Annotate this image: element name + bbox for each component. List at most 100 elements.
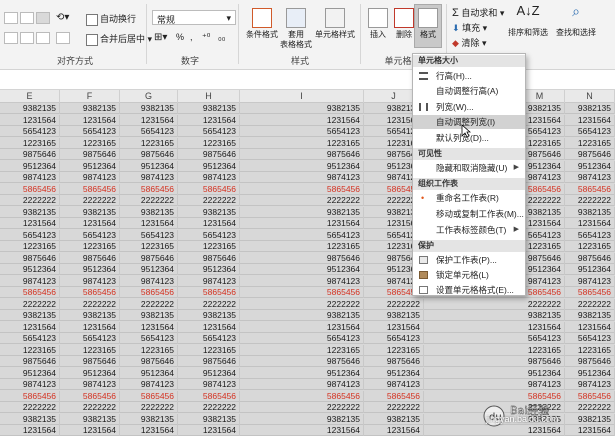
cell[interactable]: 9382135 <box>565 310 615 321</box>
cell[interactable]: 5865456 <box>240 183 364 195</box>
cell[interactable]: 1231564 <box>0 114 60 126</box>
cell[interactable]: 9875646 <box>178 149 240 160</box>
cell[interactable]: 5654123 <box>60 333 120 344</box>
cell[interactable]: 9512364 <box>178 367 240 379</box>
merge-center-button[interactable]: 合并后居中 ▾ <box>86 32 152 46</box>
cell[interactable]: 1231564 <box>120 218 178 229</box>
menu-item-move-copy[interactable]: 移动或复制工作表(M)... <box>413 207 525 221</box>
cell[interactable]: 5865456 <box>60 390 120 402</box>
cell[interactable]: 9875646 <box>240 252 364 264</box>
cell[interactable]: 9875646 <box>0 356 60 367</box>
cell[interactable]: 9382135 <box>515 310 565 321</box>
cell[interactable]: 2222222 <box>240 298 364 310</box>
indent-extra-button[interactable] <box>56 32 70 44</box>
currency-button[interactable]: ⊞▾ <box>154 32 167 43</box>
cell[interactable]: 1231564 <box>240 114 364 126</box>
cell[interactable]: 9512364 <box>120 367 178 379</box>
cell[interactable]: 9382135 <box>240 310 364 321</box>
cell[interactable]: 2222222 <box>565 195 615 206</box>
cell[interactable]: 9382135 <box>60 206 120 218</box>
cell[interactable]: 9382135 <box>60 413 120 425</box>
cell[interactable]: 1231564 <box>0 425 60 436</box>
cell[interactable]: 9382135 <box>364 310 424 321</box>
cell[interactable]: 2222222 <box>178 402 240 413</box>
menu-item-lock-cell[interactable]: 锁定单元格(L) <box>413 268 525 282</box>
cell[interactable]: 1223165 <box>178 241 240 252</box>
cell[interactable]: 5865456 <box>120 390 178 402</box>
format-button[interactable]: 格式 <box>410 8 446 40</box>
menu-item-protect-sheet[interactable]: 保护工作表(P)... <box>413 253 525 267</box>
cell[interactable]: 9875646 <box>178 356 240 367</box>
cell[interactable]: 9382135 <box>0 206 60 218</box>
cell[interactable]: 9874123 <box>0 275 60 287</box>
cell[interactable]: 5865456 <box>565 183 615 195</box>
cell[interactable]: 1231564 <box>240 321 364 333</box>
cell[interactable]: 9512364 <box>565 160 615 172</box>
cell[interactable]: 9382135 <box>240 103 364 114</box>
cell[interactable]: 5865456 <box>120 183 178 195</box>
cell[interactable]: 9382135 <box>178 103 240 114</box>
cell[interactable]: 1223165 <box>565 344 615 356</box>
cell[interactable]: 9874123 <box>178 379 240 390</box>
column-header-H[interactable]: H <box>178 90 240 103</box>
percent-button[interactable]: % <box>176 32 184 42</box>
cell[interactable]: 9512364 <box>364 367 424 379</box>
cell[interactable]: 1231564 <box>178 218 240 229</box>
cell[interactable]: 9382135 <box>240 206 364 218</box>
number-format-select[interactable]: 常规 ▾ <box>152 10 236 25</box>
cell[interactable]: 2222222 <box>0 298 60 310</box>
column-header-E[interactable]: E <box>0 90 60 103</box>
cell[interactable]: 2222222 <box>0 402 60 413</box>
cell[interactable]: 5865456 <box>60 183 120 195</box>
cell[interactable]: 9875646 <box>0 252 60 264</box>
cell[interactable]: 9512364 <box>60 160 120 172</box>
increase-decimal-button[interactable]: ⁺⁰ <box>202 32 210 43</box>
cell[interactable]: 5654123 <box>60 229 120 241</box>
cell[interactable]: 1223165 <box>0 137 60 149</box>
cell[interactable]: 9382135 <box>120 103 178 114</box>
cell[interactable]: 5654123 <box>364 333 424 344</box>
cell[interactable]: 9874123 <box>60 275 120 287</box>
cell[interactable]: 9512364 <box>60 264 120 275</box>
cell[interactable]: 1223165 <box>240 344 364 356</box>
decrease-decimal-button[interactable]: ₀₀ <box>218 32 225 42</box>
cell[interactable]: 5654123 <box>515 333 565 344</box>
cell[interactable]: 9874123 <box>120 275 178 287</box>
cell[interactable]: 9875646 <box>60 252 120 264</box>
cell[interactable]: 9382135 <box>565 103 615 114</box>
cell[interactable]: 9874123 <box>565 379 615 390</box>
align-center-button[interactable] <box>20 12 34 24</box>
cell[interactable]: 9875646 <box>120 149 178 160</box>
sort-filter-button[interactable]: A↓Z 排序和筛选 <box>506 4 550 38</box>
column-header-G[interactable]: G <box>120 90 178 103</box>
cell[interactable]: 5865456 <box>0 183 60 195</box>
cell[interactable]: 9874123 <box>565 275 615 287</box>
cell[interactable]: 1223165 <box>565 241 615 252</box>
cell[interactable]: 1231564 <box>60 425 120 436</box>
cell[interactable]: 5865456 <box>178 183 240 195</box>
cell[interactable]: 5865456 <box>565 287 615 298</box>
cell[interactable]: 9874123 <box>240 275 364 287</box>
indent-more-button[interactable] <box>36 32 50 44</box>
cell[interactable]: 1231564 <box>565 321 615 333</box>
cell[interactable]: 5654123 <box>120 229 178 241</box>
cell[interactable]: 9875646 <box>364 356 424 367</box>
cell[interactable]: 5654123 <box>565 229 615 241</box>
cell[interactable]: 9874123 <box>178 172 240 183</box>
cell[interactable]: 1223165 <box>60 344 120 356</box>
cell[interactable]: 9874123 <box>240 172 364 183</box>
cell[interactable]: 2222222 <box>240 402 364 413</box>
cell[interactable]: 5654123 <box>0 333 60 344</box>
cell[interactable]: 1223165 <box>60 241 120 252</box>
cell[interactable]: 1231564 <box>240 218 364 229</box>
cell[interactable]: 9875646 <box>240 356 364 367</box>
cell[interactable]: 2222222 <box>0 195 60 206</box>
menu-item-autofit-row[interactable]: 自动调整行高(A) <box>413 84 525 98</box>
cell[interactable]: 5654123 <box>178 229 240 241</box>
menu-item-hide-unhide[interactable]: 隐藏和取消隐藏(U) ▶ <box>413 161 525 175</box>
cell[interactable]: 5654123 <box>0 229 60 241</box>
cell[interactable]: 9874123 <box>0 379 60 390</box>
menu-item-format-cells[interactable]: 设置单元格格式(E)... <box>413 283 525 297</box>
table-format-button[interactable]: 套用 表格格式 <box>278 8 314 50</box>
cell[interactable]: 9874123 <box>364 379 424 390</box>
